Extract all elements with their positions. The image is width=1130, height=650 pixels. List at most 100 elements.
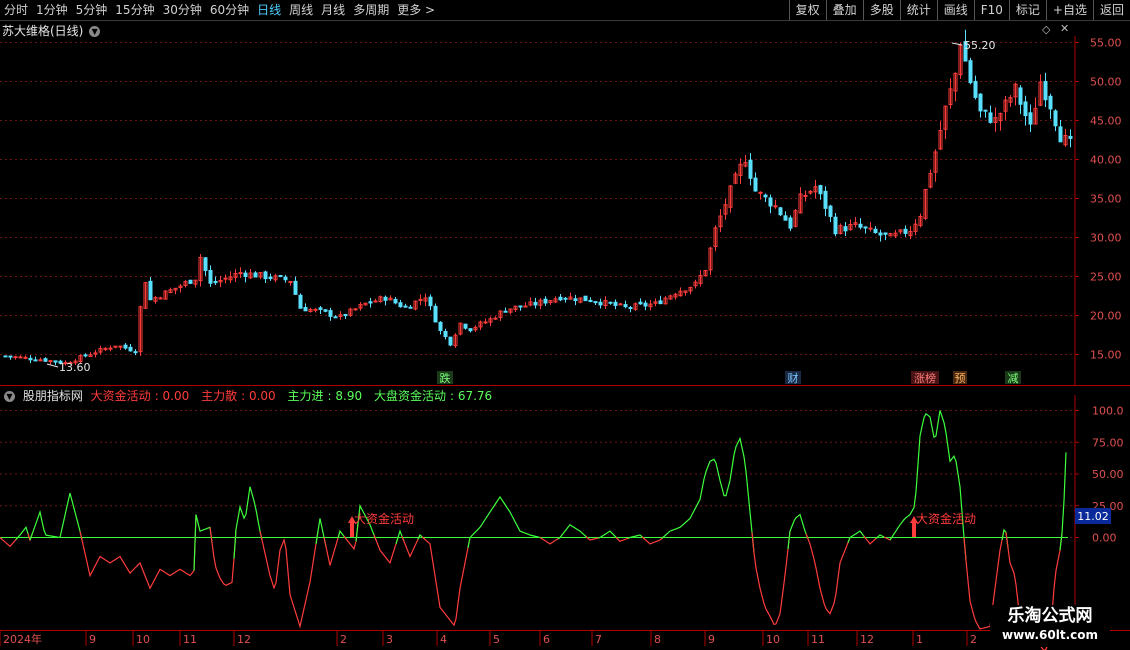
price-tick-label: 30.00 [1090,232,1122,245]
candle-body [243,272,248,277]
chevron-down-icon[interactable]: ▼ [89,26,101,37]
x-tick-label: 1 [916,633,923,646]
candle-body [623,304,628,308]
candle-body [8,355,13,358]
candle-body [643,302,648,307]
x-tick-label: 11 [811,633,825,646]
candle-body [773,205,778,208]
candle-body [788,217,793,229]
candle-body [288,281,293,284]
indicator-line [1059,452,1067,551]
max-price-label: 55.20 [964,39,996,52]
indicator-line [467,495,543,548]
event-tag: 跌 [440,371,451,385]
indicator-line [373,534,399,565]
candle-body [1023,101,1028,117]
candle-body [883,232,888,235]
candle-body [588,299,593,303]
candle-body [313,308,318,311]
close-icon[interactable]: ✕ [1060,22,1069,35]
candle-body [833,216,838,235]
candle-body [443,330,448,337]
candle-body [438,321,443,331]
candle-body [518,305,523,308]
watermark-logo: 乐淘公式网 www.60lt.com [990,605,1110,647]
candle-body [768,197,773,207]
candle-body [533,301,538,306]
min-price-pointer [46,363,59,368]
indicator-tick-label: 0.00 [1092,532,1117,545]
indicator-line [79,514,197,590]
indicator-title: ▼ 股朋指标网 大资金活动: 0.00 主力散: 0.00 主力进: 8.90 … [2,387,500,404]
candle-body [118,345,123,348]
candle-body [873,228,878,234]
candle-body [323,309,328,312]
candle-body [208,269,213,284]
candle-body [983,109,988,112]
x-tick-label: 2 [340,633,347,646]
candle-body [978,93,983,112]
indicator-item-main-in: 主力进: 8.90 [287,389,363,403]
diamond-icon[interactable]: ◇ [1042,23,1050,36]
indicator-item-big-funds: 大资金活动: 0.00 [90,389,190,403]
indicator-line [421,536,471,627]
indicator-line [787,513,809,549]
candle-body [318,307,323,310]
x-tick-label: 9 [708,633,715,646]
indicator-line [233,486,263,559]
candle-body [28,357,33,361]
candle-body [748,159,753,179]
candle-body [148,280,153,301]
price-tick-label: 15.00 [1090,349,1122,362]
indicator-tick-label: 100.0 [1092,405,1124,418]
candle-body [878,232,883,236]
indicator-line [805,533,851,615]
indicator-line [597,530,619,540]
candle-body [13,356,18,359]
x-tick-label: 3 [386,633,393,646]
x-tick-label: 10 [136,633,150,646]
candle-body [33,359,38,362]
min-price-label: 13.60 [59,361,91,374]
candle-body [468,328,473,332]
candle-body [293,280,298,295]
candle-body [18,356,23,359]
x-tick-label: 2 [970,633,977,646]
candle-body [1028,112,1033,125]
candle-body [783,215,788,221]
price-tick-label: 35.00 [1090,193,1122,206]
indicator-line [401,534,421,559]
indicator-item-main-retail: 主力散: 0.00 [201,389,276,403]
candle-body [408,306,413,309]
candle-body [38,359,43,362]
chevron-down-icon[interactable]: ▼ [4,391,15,402]
indicator-line [259,530,319,629]
event-tag: 涨榜 [914,371,936,385]
candle-body [3,355,8,358]
indicator-line [193,514,213,571]
candle-body [253,272,258,278]
x-tick-label: 12 [860,633,874,646]
candle-body [353,308,358,311]
candle-body [973,80,978,98]
kline-chart[interactable]: 55.0050.0045.0040.0035.0030.0025.0020.00… [0,0,1130,650]
candle-body [988,112,993,123]
indicator-line [0,536,19,548]
candle-body [333,316,338,319]
big-fund-annotation: 大资金活动 [354,511,414,526]
indicator-line [557,524,589,540]
candle-body [618,303,623,306]
price-tick-label: 55.00 [1090,37,1122,50]
x-tick-label: 5 [493,633,500,646]
candle-body [823,190,828,209]
candle-body [463,323,468,329]
watermark-title: 乐淘公式网 [1007,606,1093,626]
candle-body [658,300,663,305]
price-tick-label: 45.00 [1090,115,1122,128]
candle-body [158,297,163,300]
candle-body [803,194,808,197]
candle-body [863,226,868,229]
x-tick-label: 11 [183,633,197,646]
price-tick-label: 50.00 [1090,76,1122,89]
indicator-line [539,536,561,545]
